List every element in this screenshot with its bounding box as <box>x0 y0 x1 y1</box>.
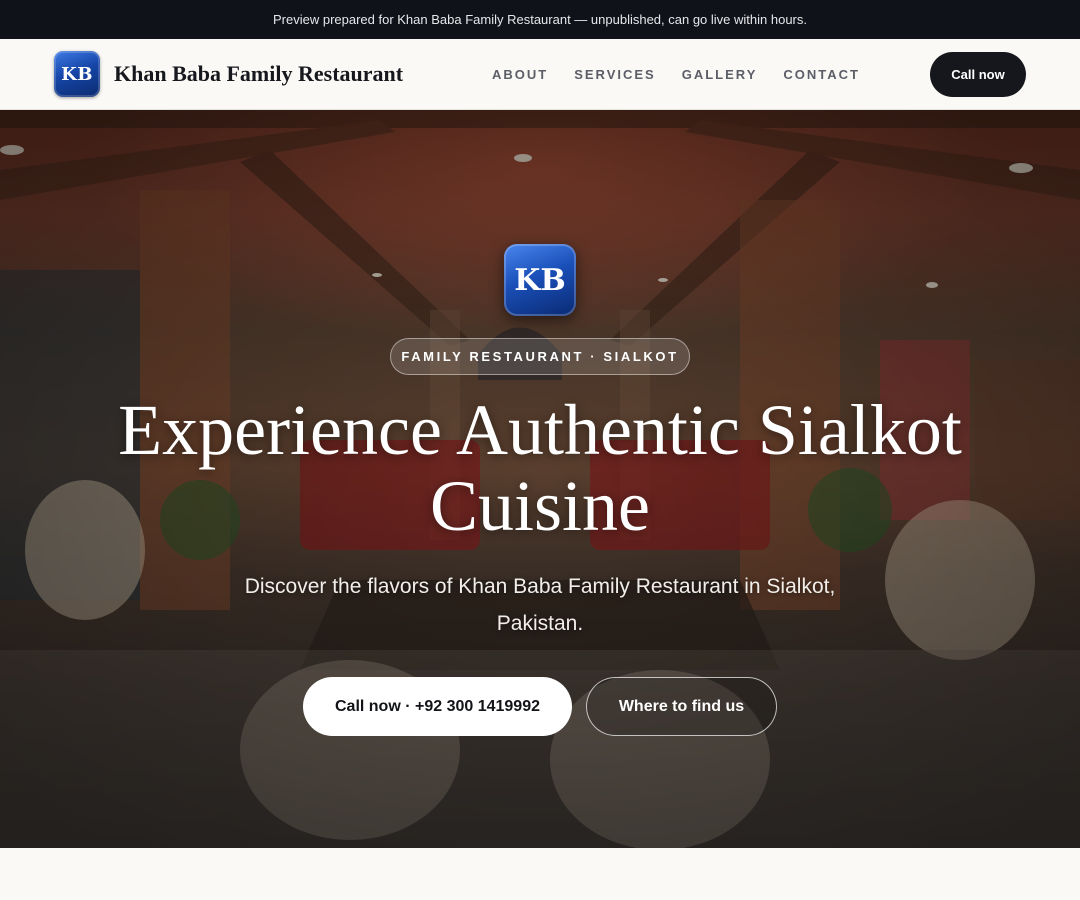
nav-link-services[interactable]: SERVICES <box>574 67 656 82</box>
brand-name: Khan Baba Family Restaurant <box>114 61 404 86</box>
preview-banner: Preview prepared for Khan Baba Family Re… <box>0 0 1080 39</box>
next-section <box>0 848 1080 900</box>
hero-logo-text: KB <box>514 262 566 298</box>
site-header: KB Khan Baba Family Restaurant ABOUT SER… <box>0 39 1080 110</box>
hero-subtitle: Discover the flavors of Khan Baba Family… <box>244 575 836 635</box>
main-nav: ABOUT SERVICES GALLERY CONTACT <box>492 39 886 109</box>
hero-title: Experience Authentic Sialkot Cuisine <box>118 390 962 546</box>
nav-link-gallery[interactable]: GALLERY <box>682 67 758 82</box>
call-now-phone-button[interactable]: Call now · +92 300 1419992 <box>303 677 572 736</box>
where-to-find-us-button[interactable]: Where to find us <box>586 677 777 736</box>
hero-logo-badge: KB <box>504 244 576 316</box>
hero-section: KB FAMILY RESTAURANT · SIALKOT Experienc… <box>0 110 1080 848</box>
hero-tag-pill: FAMILY RESTAURANT · SIALKOT <box>390 338 690 375</box>
logo-text: KB <box>61 63 93 85</box>
preview-banner-text: Preview prepared for Khan Baba Family Re… <box>272 12 807 27</box>
nav-link-about[interactable]: ABOUT <box>492 67 548 82</box>
brand-home-link[interactable]: KB Khan Baba Family Restaurant <box>54 51 403 97</box>
call-now-button[interactable]: Call now <box>930 52 1026 97</box>
logo-badge: KB <box>54 51 100 97</box>
nav-link-contact[interactable]: CONTACT <box>783 67 860 82</box>
